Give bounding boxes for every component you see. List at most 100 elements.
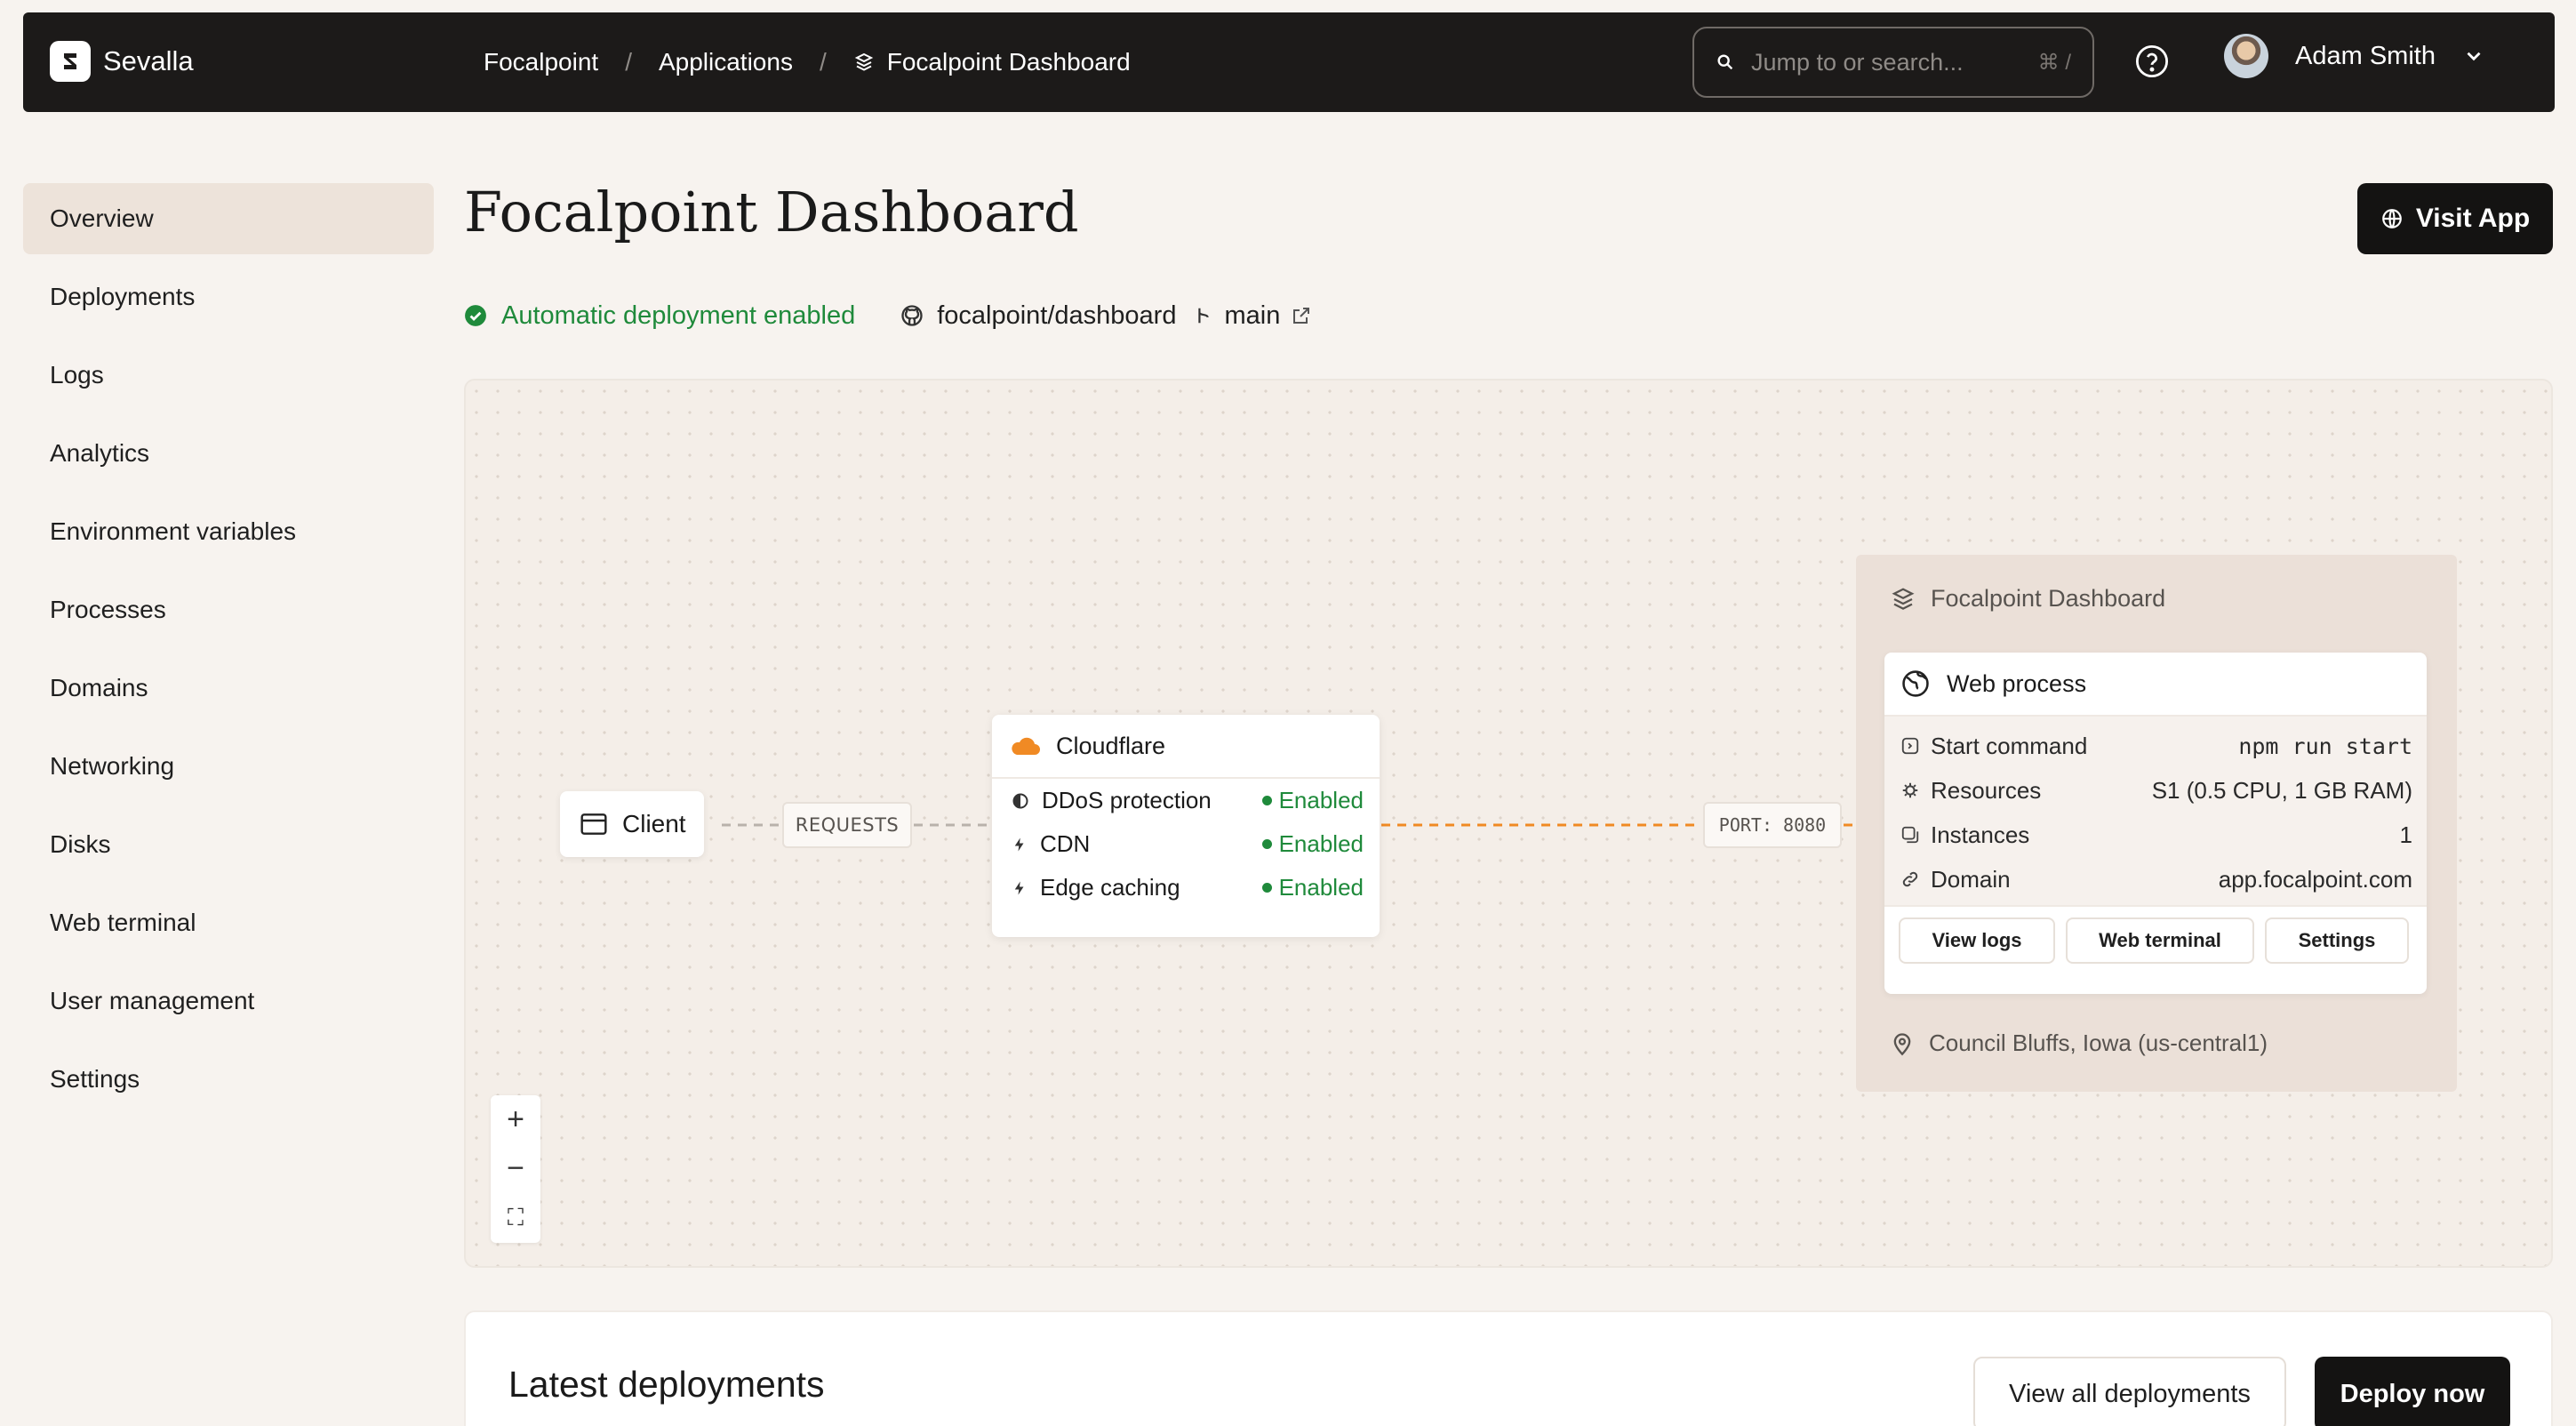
branch-link[interactable]: main (1194, 301, 1312, 331)
client-label: Client (622, 810, 686, 837)
search-shortcut: ⌘ / (2037, 50, 2071, 75)
lightning-icon (1014, 881, 1024, 894)
sidebar-item-overview[interactable]: Overview (23, 183, 434, 254)
web-process-header: Web process (1884, 653, 2427, 717)
breadcrumb-separator: / (625, 48, 632, 76)
terminal-icon (1901, 737, 1919, 755)
fit-view-button[interactable]: ⛶ (491, 1194, 540, 1243)
deploy-now-button[interactable]: Deploy now (2315, 1357, 2510, 1426)
port-label: PORT: 8080 (1703, 802, 1842, 848)
search-box[interactable]: ⌘ / (1692, 27, 2094, 98)
help-button[interactable] (2133, 43, 2171, 84)
brand-name: Sevalla (103, 45, 194, 76)
application-title: Focalpoint Dashboard (1890, 585, 2165, 613)
user-menu[interactable]: Adam Smith (2224, 34, 2485, 78)
web-terminal-button[interactable]: Web terminal (2066, 917, 2254, 964)
cloudflare-feature-cdn: CDN Enabled (992, 822, 1380, 866)
cloud-icon (1012, 737, 1040, 755)
branch-name: main (1224, 300, 1281, 330)
search-input[interactable] (1751, 48, 1991, 76)
sidebar-item-processes[interactable]: Processes (23, 574, 434, 645)
sidebar-item-settings[interactable]: Settings (23, 1044, 434, 1115)
sidebar-item-disks[interactable]: Disks (23, 809, 434, 880)
chevron-down-icon (2467, 52, 2481, 61)
breadcrumb-separator: / (819, 48, 827, 76)
stack-icon (1892, 587, 1915, 610)
user-name: Adam Smith (2295, 41, 2436, 70)
globe-icon (1902, 670, 1929, 697)
zoom-out-button[interactable]: − (491, 1144, 540, 1193)
feature-label: CDN (1040, 830, 1091, 857)
sidebar-item-networking[interactable]: Networking (23, 731, 434, 802)
stack-icon (854, 52, 873, 71)
zoom-in-button[interactable]: + (491, 1095, 540, 1144)
sidebar-item-web-terminal[interactable]: Web terminal (23, 887, 434, 958)
browser-window-icon (580, 813, 607, 835)
web-process-card: Web process Start command npm run start … (1884, 653, 2427, 994)
sidebar: Overview Deployments Logs Analytics Envi… (23, 183, 434, 1122)
breadcrumb-item-app[interactable]: Focalpoint Dashboard (853, 48, 1131, 76)
breadcrumb-app-label: Focalpoint Dashboard (886, 48, 1131, 76)
github-icon (901, 305, 923, 326)
start-command-value: npm run start (2238, 733, 2412, 759)
latest-deployments-panel: Latest deployments View all deployments … (464, 1310, 2553, 1426)
map-pin-icon (1893, 1032, 1911, 1055)
sidebar-item-environment-variables[interactable]: Environment variables (23, 496, 434, 567)
auto-deploy-label: Automatic deployment enabled (501, 300, 856, 330)
settings-button[interactable]: Settings (2265, 917, 2409, 964)
feature-label: Edge caching (1040, 874, 1180, 901)
cloudflare-header: Cloudflare (992, 715, 1380, 779)
repository-link[interactable]: focalpoint/dashboard (900, 301, 1176, 331)
external-link-icon (1293, 308, 1310, 324)
sidebar-item-deployments[interactable]: Deployments (23, 261, 434, 332)
client-node[interactable]: Client (560, 791, 704, 857)
sevalla-logo-icon (50, 41, 91, 82)
shield-icon (1012, 793, 1028, 808)
breadcrumb-item-focalpoint[interactable]: Focalpoint (484, 48, 598, 76)
sidebar-item-user-management[interactable]: User management (23, 965, 434, 1037)
zoom-controls: + − ⛶ (491, 1095, 540, 1243)
view-all-deployments-button[interactable]: View all deployments (1973, 1357, 2286, 1426)
avatar (2224, 34, 2268, 78)
check-circle-icon (465, 305, 486, 326)
visit-app-button[interactable]: Visit App (2357, 183, 2553, 254)
feature-label: DDoS protection (1042, 787, 1212, 813)
sidebar-item-domains[interactable]: Domains (23, 653, 434, 724)
sidebar-item-logs[interactable]: Logs (23, 340, 434, 411)
lightning-icon (1014, 837, 1024, 851)
start-command-row: Start command npm run start (1884, 724, 2427, 768)
auto-deploy-status: Automatic deployment enabled (464, 301, 855, 331)
application-node[interactable]: Focalpoint Dashboard Web process Start c… (1856, 555, 2457, 1092)
cloudflare-feature-edge-caching: Edge caching Enabled (992, 866, 1380, 909)
sidebar-item-analytics[interactable]: Analytics (23, 418, 434, 489)
instances-icon (1901, 826, 1919, 844)
web-process-title: Web process (1947, 669, 2087, 697)
domain-row: Domain app.focalpoint.com (1884, 857, 2427, 901)
repository-name: focalpoint/dashboard (937, 300, 1177, 330)
brand-logo[interactable]: Sevalla (50, 41, 194, 82)
top-navigation-bar: Sevalla Focalpoint / Applications / Foca… (23, 12, 2555, 112)
link-icon (1902, 871, 1918, 887)
requests-label: REQUESTS (782, 802, 912, 848)
search-icon (1717, 54, 1733, 70)
visit-app-label: Visit App (2415, 204, 2531, 233)
cloudflare-feature-ddos: DDoS protection Enabled (992, 779, 1380, 822)
instances-row: Instances 1 (1884, 813, 2427, 857)
domain-value[interactable]: app.focalpoint.com (2219, 866, 2412, 893)
architecture-diagram[interactable]: Client REQUESTS Cloudflare DDoS protecti… (464, 379, 2553, 1268)
region-label: Council Bluffs, Iowa (us-central1) (1929, 1029, 2268, 1056)
help-icon (2135, 44, 2169, 78)
status-badge: Enabled (1261, 874, 1364, 901)
cpu-icon (1902, 782, 1918, 798)
resources-row: Resources S1 (0.5 CPU, 1 GB RAM) (1884, 768, 2427, 813)
status-badge: Enabled (1261, 830, 1364, 858)
application-name: Focalpoint Dashboard (1931, 585, 2166, 612)
resources-value: S1 (0.5 CPU, 1 GB RAM) (2151, 776, 2412, 804)
view-logs-button[interactable]: View logs (1899, 917, 2055, 964)
breadcrumb-item-applications[interactable]: Applications (659, 48, 793, 76)
git-branch-icon (1198, 308, 1210, 324)
cloudflare-title: Cloudflare (1056, 732, 1166, 759)
cloudflare-node[interactable]: Cloudflare DDoS protection Enabled CDN E… (992, 715, 1380, 937)
region-location: Council Bluffs, Iowa (us-central1) (1890, 1029, 2268, 1057)
latest-deployments-title: Latest deployments (508, 1364, 825, 1405)
